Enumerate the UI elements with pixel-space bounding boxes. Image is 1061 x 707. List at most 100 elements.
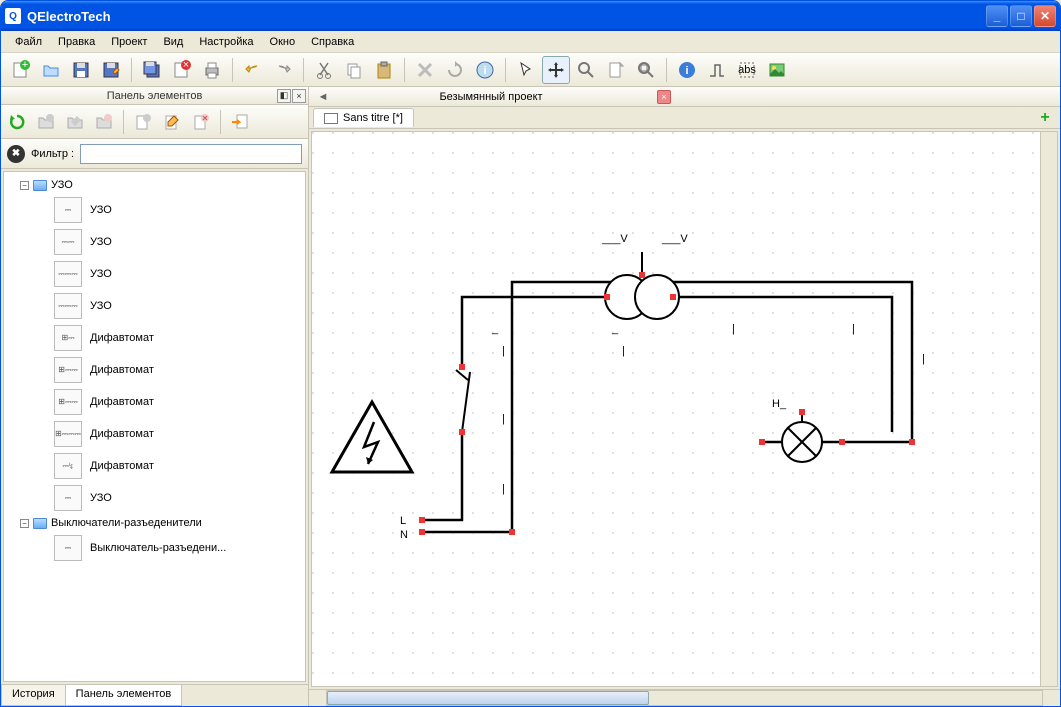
select-all-button[interactable]: abs	[733, 56, 761, 84]
tree-item[interactable]: ⎓⎓⎓УЗО	[34, 290, 303, 322]
schematic-canvas[interactable]: ___V ___V H_ L N _ | | | _ | | |	[312, 132, 1040, 686]
sheet-tab[interactable]: Sans titre [*]	[313, 108, 414, 127]
selection-tool[interactable]	[512, 56, 540, 84]
wire-tool[interactable]	[703, 56, 731, 84]
tab-history[interactable]: История	[1, 685, 66, 706]
edit-element-button[interactable]	[158, 108, 186, 136]
tree-item[interactable]: ⊞⎓⎓Дифавтомат	[34, 386, 303, 418]
menu-help[interactable]: Справка	[303, 34, 362, 50]
close-project-button[interactable]: ×	[168, 56, 196, 84]
minimize-button[interactable]: _	[986, 5, 1008, 27]
menu-project[interactable]: Проект	[103, 34, 155, 50]
copy-button[interactable]	[340, 56, 368, 84]
add-sheet-button[interactable]: +	[1036, 109, 1054, 127]
new-category-button[interactable]	[32, 108, 60, 136]
vertical-scrollbar[interactable]	[1040, 132, 1057, 686]
delete-button[interactable]	[411, 56, 439, 84]
tree-folder-switches[interactable]: − Выключатели-разъеденители	[20, 514, 303, 532]
tab-elements-panel[interactable]: Панель элементов	[65, 685, 183, 706]
undo-button[interactable]	[239, 56, 267, 84]
svg-text:i: i	[685, 65, 688, 77]
horizontal-scrollbar[interactable]	[309, 689, 1060, 706]
tree-item[interactable]: ⎓↯ Дифавтомат	[34, 450, 303, 482]
collapse-icon[interactable]: −	[20, 181, 29, 190]
menu-settings[interactable]: Настройка	[191, 34, 261, 50]
tree-item[interactable]: ⊞⎓⎓⎓Дифавтомат	[34, 418, 303, 450]
delete-category-button[interactable]	[90, 108, 118, 136]
new-element-button[interactable]	[129, 108, 157, 136]
menu-edit[interactable]: Правка	[50, 34, 103, 50]
element-icon: ⎓	[54, 535, 82, 561]
panel-close-button[interactable]: ×	[292, 89, 306, 103]
info-button[interactable]: i	[673, 56, 701, 84]
cut-button[interactable]	[310, 56, 338, 84]
tree-item-label: УЗО	[90, 300, 112, 312]
import-button[interactable]	[226, 108, 254, 136]
elements-panel: Панель элементов ◧ × ✖ Фильт	[1, 87, 309, 706]
close-project-tab[interactable]: ×	[657, 90, 671, 104]
refresh-button[interactable]	[3, 108, 31, 136]
panel-bottom-tabs: История Панель элементов	[1, 684, 308, 706]
elements-tree[interactable]: − УЗО ⎓УЗО ⎓⎓УЗО ⎓⎓⎓УЗО ⎓⎓⎓УЗО ⊞⎓Дифавто…	[3, 171, 306, 682]
move-tool[interactable]	[542, 56, 570, 84]
tree-folder-label: УЗО	[51, 179, 73, 191]
canvas-wrap: ___V ___V H_ L N _ | | | _ | | |	[311, 131, 1058, 687]
tree-item[interactable]: ⎓УЗО	[34, 194, 303, 226]
sheet-tab-label: Sans titre [*]	[343, 112, 403, 124]
tree-item[interactable]: ⎓⎓УЗО	[34, 226, 303, 258]
open-button[interactable]	[37, 56, 65, 84]
tree-folder-uzo[interactable]: − УЗО	[20, 176, 303, 194]
menu-file[interactable]: Файл	[7, 34, 50, 50]
menu-view[interactable]: Вид	[155, 34, 191, 50]
project-tab[interactable]: Безымянный проект	[331, 89, 651, 105]
svg-text:+: +	[22, 60, 28, 71]
tree-item[interactable]: ⎓ Выключатель-разъедени...	[34, 532, 303, 564]
zoom-fit-button[interactable]	[632, 56, 660, 84]
scrollbar-thumb[interactable]	[327, 691, 649, 705]
element-icon: ⎓↯	[54, 453, 82, 479]
tree-item[interactable]: ⎓⎓⎓УЗО	[34, 258, 303, 290]
save-button[interactable]	[67, 56, 95, 84]
app-title: QElectroTech	[27, 9, 984, 24]
tree-item-label: Выключатель-разъедени...	[90, 542, 226, 554]
label-tick: |	[852, 323, 855, 335]
saveas-button[interactable]	[97, 56, 125, 84]
image-tool[interactable]	[763, 56, 791, 84]
zoom-tool[interactable]	[572, 56, 600, 84]
edit-category-button[interactable]	[61, 108, 89, 136]
tree-item[interactable]: ⊞⎓Дифавтомат	[34, 322, 303, 354]
tree-item-label: Дифавтомат	[90, 428, 154, 440]
print-button[interactable]	[198, 56, 226, 84]
delete-element-button[interactable]	[187, 108, 215, 136]
tree-item-label: Дифавтомат	[90, 460, 154, 472]
label-tick: |	[922, 353, 925, 365]
folder-icon	[33, 180, 47, 191]
maximize-button[interactable]: □	[1010, 5, 1032, 27]
clear-filter-icon[interactable]: ✖	[7, 145, 25, 163]
close-button[interactable]: ✕	[1034, 5, 1056, 27]
panel-float-button[interactable]: ◧	[277, 89, 291, 103]
tab-prev-icon[interactable]: ◄	[315, 91, 331, 103]
tree-item[interactable]: ⎓УЗО	[34, 482, 303, 514]
saveall-button[interactable]	[138, 56, 166, 84]
tree-folder-label: Выключатели-разъеденители	[51, 517, 202, 529]
new-button[interactable]: +	[7, 56, 35, 84]
element-icon: ⊞⎓⎓	[54, 357, 82, 383]
panel-header: Панель элементов ◧ ×	[1, 87, 308, 105]
redo-button[interactable]	[269, 56, 297, 84]
label-n: N	[400, 529, 408, 541]
label-v-left: ___V	[601, 233, 628, 245]
project-tab-label: Безымянный проект	[439, 91, 542, 103]
paste-button[interactable]	[370, 56, 398, 84]
tree-item-label: УЗО	[90, 204, 112, 216]
app-window: Q QElectroTech _ □ ✕ Файл Правка Проект …	[0, 0, 1061, 707]
svg-text:i: i	[483, 65, 486, 77]
help-button[interactable]: i	[471, 56, 499, 84]
rotate-button[interactable]	[441, 56, 469, 84]
tree-item[interactable]: ⊞⎓⎓Дифавтомат	[34, 354, 303, 386]
page-tool[interactable]	[602, 56, 630, 84]
filter-input[interactable]	[80, 144, 302, 164]
menu-window[interactable]: Окно	[262, 34, 304, 50]
collapse-icon[interactable]: −	[20, 519, 29, 528]
menubar: Файл Правка Проект Вид Настройка Окно Сп…	[1, 31, 1060, 53]
